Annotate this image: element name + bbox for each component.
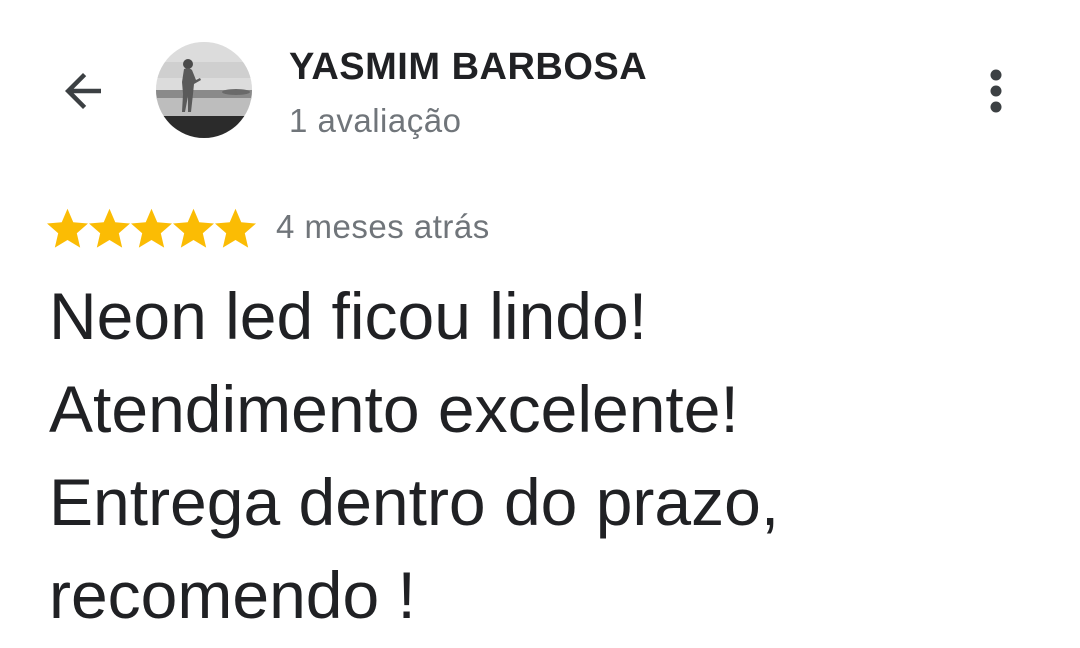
- more-options-button[interactable]: [972, 64, 1020, 118]
- review-text: Neon led ficou lindo! Atendimento excele…: [49, 270, 1049, 642]
- review-card: YASMIM BARBOSA 1 avaliação 4 meses atrás…: [0, 0, 1080, 648]
- author-name[interactable]: YASMIM BARBOSA: [289, 46, 647, 89]
- review-count: 1 avaliação: [289, 102, 462, 139]
- arrow-left-icon: [65, 73, 101, 109]
- review-text-line: Atendimento excelente!: [49, 372, 739, 446]
- star-icon: [215, 208, 256, 248]
- review-text-line: Entrega dentro do prazo,: [49, 465, 780, 539]
- star-icon: [173, 208, 214, 248]
- review-text-line: recomendo !: [49, 558, 416, 632]
- back-button[interactable]: [54, 62, 112, 120]
- profile-photo: [156, 42, 252, 138]
- star-icon: [89, 208, 130, 248]
- star-icon: [47, 208, 88, 248]
- more-vert-icon: [990, 69, 1002, 113]
- star-rating: [47, 206, 256, 250]
- review-date: 4 meses atrás: [276, 208, 490, 245]
- avatar[interactable]: [156, 42, 252, 138]
- star-icon: [131, 208, 172, 248]
- review-text-line: Neon led ficou lindo!: [49, 279, 648, 353]
